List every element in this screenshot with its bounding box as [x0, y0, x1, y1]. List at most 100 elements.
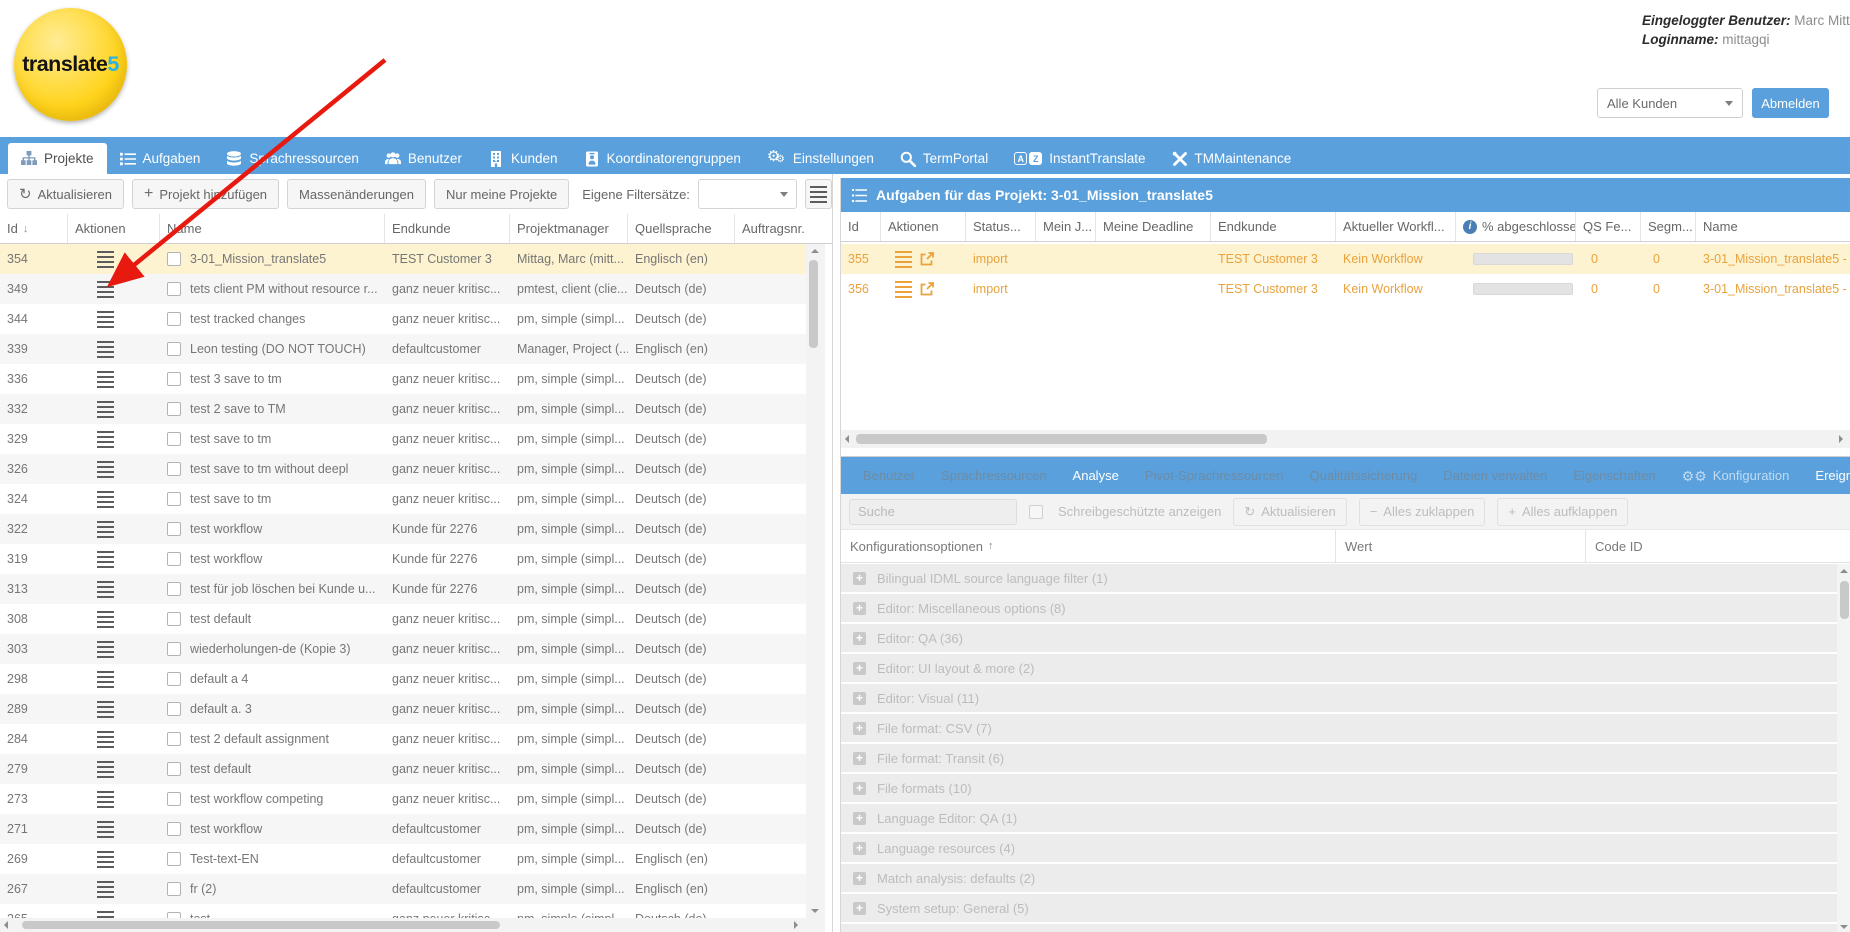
project-row[interactable]: 354 3-01_Mission_translate5 TEST Custome… — [0, 244, 806, 274]
actions-menu-icon[interactable] — [97, 341, 114, 358]
project-row[interactable]: 324 test save to tm ganz neuer kritisc..… — [0, 484, 806, 514]
row-actions[interactable] — [68, 514, 160, 544]
row-actions[interactable] — [68, 724, 160, 754]
expand-icon[interactable]: + — [853, 812, 866, 825]
row-actions[interactable] — [68, 634, 160, 664]
config-group-row[interactable]: + Editor: Visual (11) — [841, 684, 1837, 712]
actions-menu-icon[interactable] — [97, 911, 114, 919]
open-task-icon[interactable] — [920, 252, 934, 266]
row-checkbox[interactable] — [167, 522, 181, 536]
column-header-konfigurationsoptionen[interactable]: Konfigurationsoptionen↑ — [841, 530, 1336, 562]
config-group-row[interactable]: + Editor: QA (36) — [841, 624, 1837, 652]
project-row[interactable]: 267 fr (2) defaultcustomer pm, simple (s… — [0, 874, 806, 904]
config-group-row[interactable]: + Bilingual IDML source language filter … — [841, 564, 1837, 592]
tab-konfiguration[interactable]: ⚙⚙Konfiguration — [1669, 468, 1803, 483]
project-row[interactable]: 279 test default ganz neuer kritisc... p… — [0, 754, 806, 784]
scroll-up-arrow[interactable] — [1840, 569, 1848, 573]
project-row[interactable]: 289 default a. 3 ganz neuer kritisc... p… — [0, 694, 806, 724]
nav-tab-aufgaben[interactable]: Aufgaben — [107, 143, 214, 174]
expand-icon[interactable]: + — [853, 722, 866, 735]
scroll-right-arrow[interactable] — [1839, 435, 1843, 443]
row-actions[interactable] — [881, 244, 966, 274]
row-checkbox[interactable] — [167, 642, 181, 656]
project-row[interactable]: 339 Leon testing (DO NOT TOUCH) defaultc… — [0, 334, 806, 364]
actions-menu-icon[interactable] — [895, 251, 912, 268]
actions-menu-icon[interactable] — [97, 761, 114, 778]
column-header-wert[interactable]: Wert — [1336, 530, 1586, 562]
actions-menu-icon[interactable] — [97, 851, 114, 868]
config-group-row[interactable]: + Match analysis: defaults (2) — [841, 864, 1837, 892]
filter-sets-select[interactable] — [698, 179, 797, 209]
nav-tab-projekte[interactable]: Projekte — [8, 143, 107, 174]
row-actions[interactable] — [68, 604, 160, 634]
config-group-row[interactable]: + File formats (10) — [841, 774, 1837, 802]
row-actions[interactable] — [68, 784, 160, 814]
bulk-changes-button[interactable]: Massenänderungen — [287, 179, 426, 209]
column-header-code-id[interactable]: Code ID — [1586, 530, 1837, 562]
tab-analyse[interactable]: Analyse — [1060, 468, 1132, 483]
column-header-name[interactable]: Name — [1696, 212, 1850, 241]
scroll-left-arrow[interactable] — [845, 435, 849, 443]
expand-icon[interactable]: + — [853, 692, 866, 705]
column-header-quellsprache[interactable]: Quellsprache — [628, 214, 735, 243]
row-checkbox[interactable] — [167, 342, 181, 356]
search-input[interactable] — [849, 499, 1017, 525]
row-actions[interactable] — [68, 274, 160, 304]
actions-menu-icon[interactable] — [97, 461, 114, 478]
actions-menu-icon[interactable] — [97, 821, 114, 838]
scroll-up-arrow[interactable] — [811, 249, 819, 253]
tab-pivot-sprachressourcen[interactable]: Pivot-Sprachressourcen — [1132, 468, 1297, 483]
actions-menu-icon[interactable] — [97, 701, 114, 718]
row-checkbox[interactable] — [167, 792, 181, 806]
project-row[interactable]: 298 default a 4 ganz neuer kritisc... pm… — [0, 664, 806, 694]
row-checkbox[interactable] — [167, 762, 181, 776]
expand-icon[interactable]: + — [853, 902, 866, 915]
config-group-row[interactable]: + File format: Transit (6) — [841, 744, 1837, 772]
project-row[interactable]: 322 test workflow Kunde für 2276 pm, sim… — [0, 514, 806, 544]
only-my-projects-button[interactable]: Nur meine Projekte — [434, 179, 569, 209]
project-row[interactable]: 344 test tracked changes ganz neuer krit… — [0, 304, 806, 334]
config-group-row[interactable]: + — [841, 924, 1837, 932]
row-actions[interactable] — [68, 424, 160, 454]
tab-benutzer[interactable]: Benutzer — [850, 468, 928, 483]
row-checkbox[interactable] — [167, 822, 181, 836]
actions-menu-icon[interactable] — [97, 551, 114, 568]
row-actions[interactable] — [68, 244, 160, 274]
nav-tab-koordinatorengruppen[interactable]: Koordinatorengruppen — [571, 143, 754, 174]
row-actions[interactable] — [68, 874, 160, 904]
refresh-button[interactable]: ↻Aktualisieren — [1233, 498, 1346, 526]
expand-icon[interactable]: + — [853, 752, 866, 765]
expand-all-button[interactable]: +Alles aufklappen — [1497, 498, 1628, 526]
row-actions[interactable] — [68, 334, 160, 364]
nav-tab-termportal[interactable]: TermPortal — [887, 143, 1001, 174]
config-group-row[interactable]: + Editor: Miscellaneous options (8) — [841, 594, 1837, 622]
project-row[interactable]: 273 test workflow competing ganz neuer k… — [0, 784, 806, 814]
column-header-auftragsnr[interactable]: Auftragsnr. — [735, 214, 806, 243]
row-actions[interactable] — [881, 274, 966, 304]
column-header-name[interactable]: Name — [160, 214, 385, 243]
logout-button[interactable]: Abmelden — [1752, 88, 1829, 118]
row-actions[interactable] — [68, 304, 160, 334]
actions-menu-icon[interactable] — [97, 881, 114, 898]
nav-tab-kunden[interactable]: Kunden — [475, 143, 571, 174]
row-checkbox[interactable] — [167, 852, 181, 866]
row-actions[interactable] — [68, 754, 160, 784]
task-row[interactable]: 355 import TEST Customer 3 Kein Workflow… — [841, 244, 1850, 274]
readonly-checkbox-wrap[interactable]: Schreibgeschützte anzeigen — [1029, 504, 1221, 519]
scroll-down-arrow[interactable] — [1840, 925, 1848, 929]
row-checkbox[interactable] — [167, 702, 181, 716]
scrollbar-thumb[interactable] — [809, 260, 818, 348]
actions-menu-icon[interactable] — [97, 671, 114, 688]
project-row[interactable]: 326 test save to tm without deepl ganz n… — [0, 454, 806, 484]
project-row[interactable]: 313 test für job löschen bei Kunde u... … — [0, 574, 806, 604]
config-group-row[interactable]: + Language resources (4) — [841, 834, 1837, 862]
actions-menu-icon[interactable] — [97, 251, 114, 268]
column-header-mein-job[interactable]: Mein J... — [1036, 212, 1096, 241]
row-checkbox[interactable] — [167, 312, 181, 326]
project-row[interactable]: 269 Test-text-EN defaultcustomer pm, sim… — [0, 844, 806, 874]
vertical-scrollbar[interactable] — [1837, 564, 1850, 932]
collapse-all-button[interactable]: −Alles zuklappen — [1359, 498, 1486, 526]
refresh-button[interactable]: ↻Aktualisieren — [7, 179, 124, 209]
row-checkbox[interactable] — [167, 462, 181, 476]
row-checkbox[interactable] — [167, 282, 181, 296]
